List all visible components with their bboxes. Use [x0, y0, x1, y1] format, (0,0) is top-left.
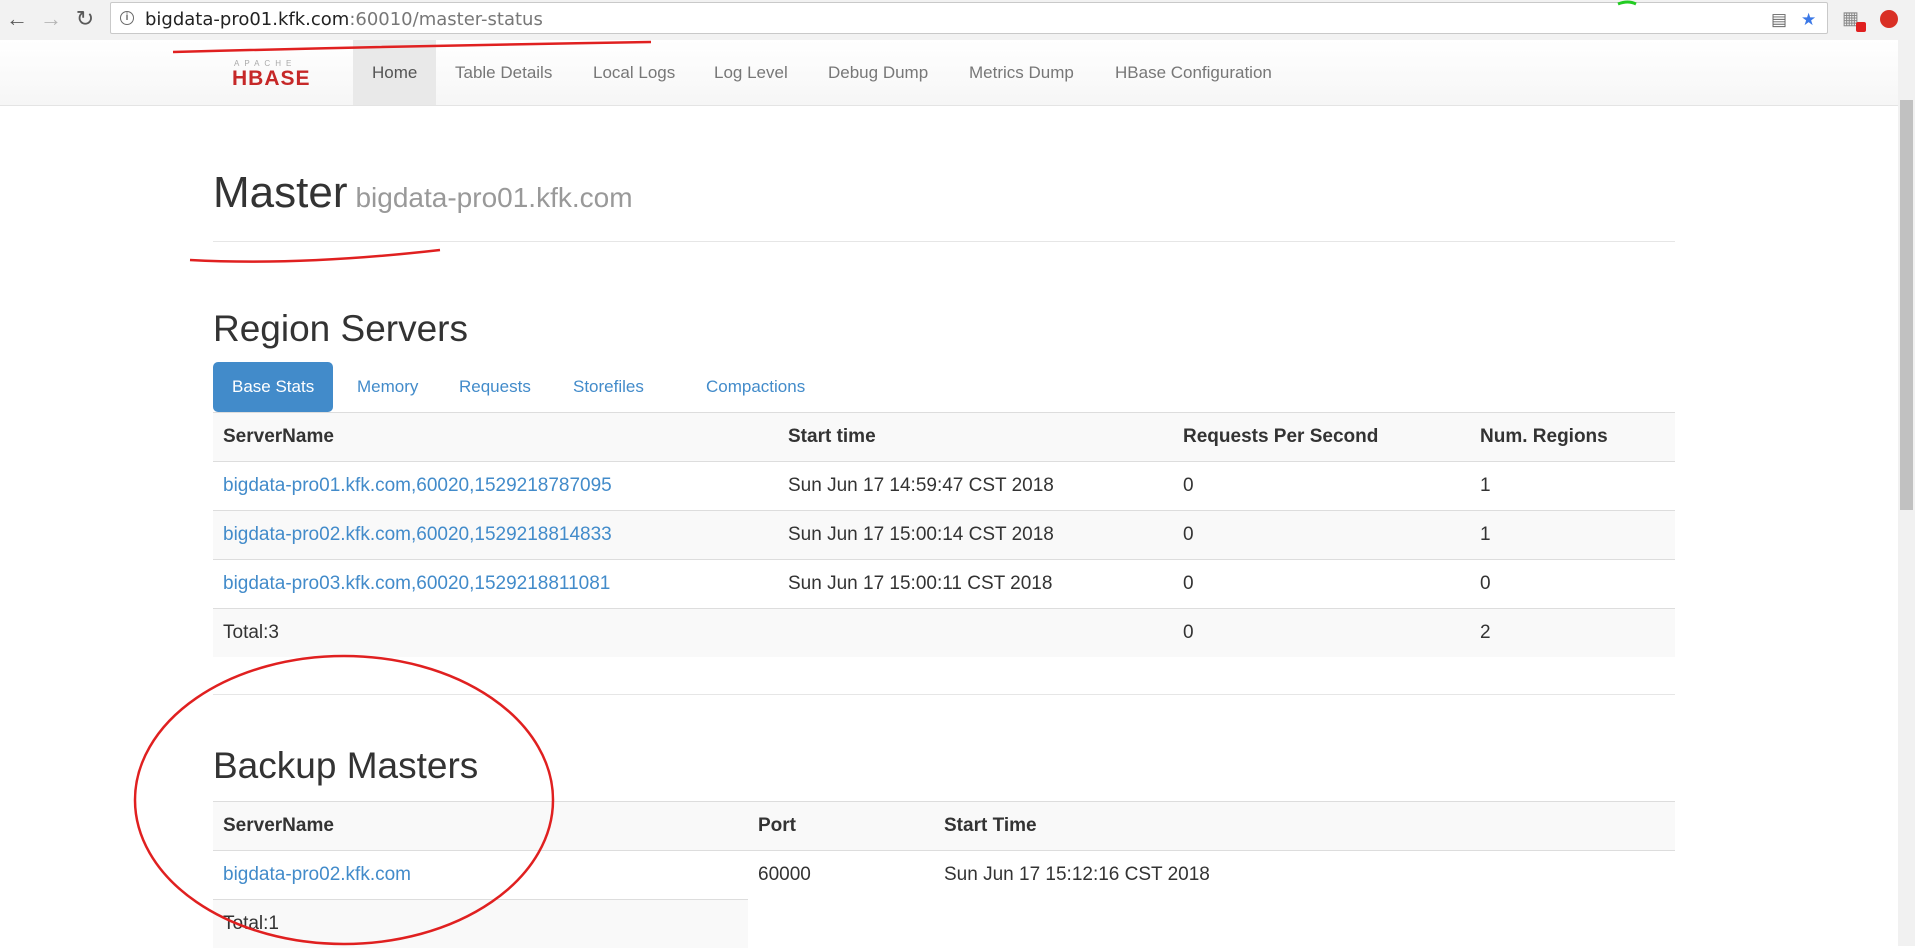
col-start-time: Start time	[778, 413, 1173, 462]
address-bar[interactable]: i bigdata-pro01.kfk.com:60010/master-sta…	[110, 2, 1828, 34]
section-divider	[213, 694, 1675, 695]
table-row: bigdata-pro01.kfk.com,60020,152921878709…	[213, 462, 1675, 511]
cell-requests: 0	[1173, 462, 1470, 511]
nav-table-details[interactable]: Table Details	[436, 40, 571, 105]
cell-start-time: Sun Jun 17 15:00:11 CST 2018	[778, 560, 1173, 609]
nav-local-logs[interactable]: Local Logs	[574, 40, 694, 105]
bookmark-star-icon[interactable]: ★	[1801, 10, 1816, 30]
back-icon[interactable]: ←	[4, 6, 30, 32]
cell-start-time: Sun Jun 17 15:12:16 CST 2018	[934, 851, 1675, 900]
table-header-row: ServerName Start time Requests Per Secon…	[213, 413, 1675, 462]
table-row: bigdata-pro03.kfk.com,60020,152921881108…	[213, 560, 1675, 609]
table-row: bigdata-pro02.kfk.com 60000 Sun Jun 17 1…	[213, 851, 1675, 900]
cell-total-requests: 0	[1173, 609, 1470, 658]
extension-badge	[1856, 22, 1866, 32]
nav-metrics-dump[interactable]: Metrics Dump	[950, 40, 1093, 105]
col-port: Port	[748, 802, 934, 851]
cell-requests: 0	[1173, 511, 1470, 560]
table-row: bigdata-pro02.kfk.com,60020,152921881483…	[213, 511, 1675, 560]
cell-regions: 1	[1470, 511, 1675, 560]
nav-log-level[interactable]: Log Level	[695, 40, 807, 105]
scrollbar[interactable]	[1898, 40, 1915, 946]
hbase-logo[interactable]: APACHE HBASE	[230, 57, 335, 87]
translate-icon[interactable]: ▤	[1771, 10, 1787, 30]
hbase-navbar: APACHE HBASE Home Table Details Local Lo…	[0, 40, 1898, 106]
tab-compactions[interactable]: Compactions	[687, 362, 824, 412]
table-total-row: Total:1	[213, 900, 1675, 948]
reload-icon[interactable]: ↻	[72, 6, 98, 32]
cell-total-empty	[778, 609, 1173, 658]
page-subtitle: bigdata-pro01.kfk.com	[355, 182, 632, 213]
cell-total-label: Total:3	[213, 609, 778, 658]
region-servers-table: ServerName Start time Requests Per Secon…	[213, 412, 1675, 657]
cell-regions: 1	[1470, 462, 1675, 511]
cell-start-time: Sun Jun 17 14:59:47 CST 2018	[778, 462, 1173, 511]
url-text[interactable]: bigdata-pro01.kfk.com:60010/master-statu…	[145, 9, 543, 30]
url-host: bigdata-pro01.kfk.com	[145, 9, 349, 30]
region-servers-heading: Region Servers	[213, 308, 468, 350]
forward-icon[interactable]: →	[38, 6, 64, 32]
page-title: Master bigdata-pro01.kfk.com	[213, 168, 633, 218]
table-total-row: Total:3 0 2	[213, 609, 1675, 658]
nav-home[interactable]: Home	[353, 40, 436, 105]
col-servername: ServerName	[213, 413, 778, 462]
logo-hbase-text: HBASE	[232, 67, 311, 87]
tab-base-stats[interactable]: Base Stats	[213, 362, 333, 412]
cell-start-time: Sun Jun 17 15:00:14 CST 2018	[778, 511, 1173, 560]
col-requests-per-second: Requests Per Second	[1173, 413, 1470, 462]
cell-requests: 0	[1173, 560, 1470, 609]
server-link[interactable]: bigdata-pro01.kfk.com,60020,152921878709…	[223, 475, 612, 496]
extension-stop-icon[interactable]	[1880, 10, 1898, 28]
cell-total-label: Total:1	[213, 900, 748, 948]
site-info-icon[interactable]: i	[120, 11, 134, 25]
header-divider	[213, 241, 1675, 242]
backup-masters-heading: Backup Masters	[213, 745, 478, 787]
url-path: :60010/master-status	[349, 9, 543, 30]
browser-toolbar: ← → ↻ i bigdata-pro01.kfk.com:60010/mast…	[0, 0, 1915, 41]
server-link[interactable]: bigdata-pro02.kfk.com,60020,152921881483…	[223, 524, 612, 545]
cell-regions: 0	[1470, 560, 1675, 609]
col-start-time: Start Time	[934, 802, 1675, 851]
tab-requests[interactable]: Requests	[440, 362, 550, 412]
page-title-text: Master	[213, 168, 347, 217]
table-header-row: ServerName Port Start Time	[213, 802, 1675, 851]
col-servername: ServerName	[213, 802, 748, 851]
nav-debug-dump[interactable]: Debug Dump	[809, 40, 947, 105]
backup-masters-table: ServerName Port Start Time bigdata-pro02…	[213, 801, 1675, 948]
server-link[interactable]: bigdata-pro03.kfk.com,60020,152921881108…	[223, 573, 610, 594]
backup-master-link[interactable]: bigdata-pro02.kfk.com	[223, 864, 411, 885]
tab-memory[interactable]: Memory	[338, 362, 437, 412]
scrollbar-thumb[interactable]	[1900, 100, 1913, 510]
nav-hbase-configuration[interactable]: HBase Configuration	[1096, 40, 1291, 105]
title-underline-annotation	[190, 250, 440, 262]
cell-port: 60000	[748, 851, 934, 900]
cell-total-regions: 2	[1470, 609, 1675, 658]
tab-storefiles[interactable]: Storefiles	[554, 362, 663, 412]
col-num-regions: Num. Regions	[1470, 413, 1675, 462]
